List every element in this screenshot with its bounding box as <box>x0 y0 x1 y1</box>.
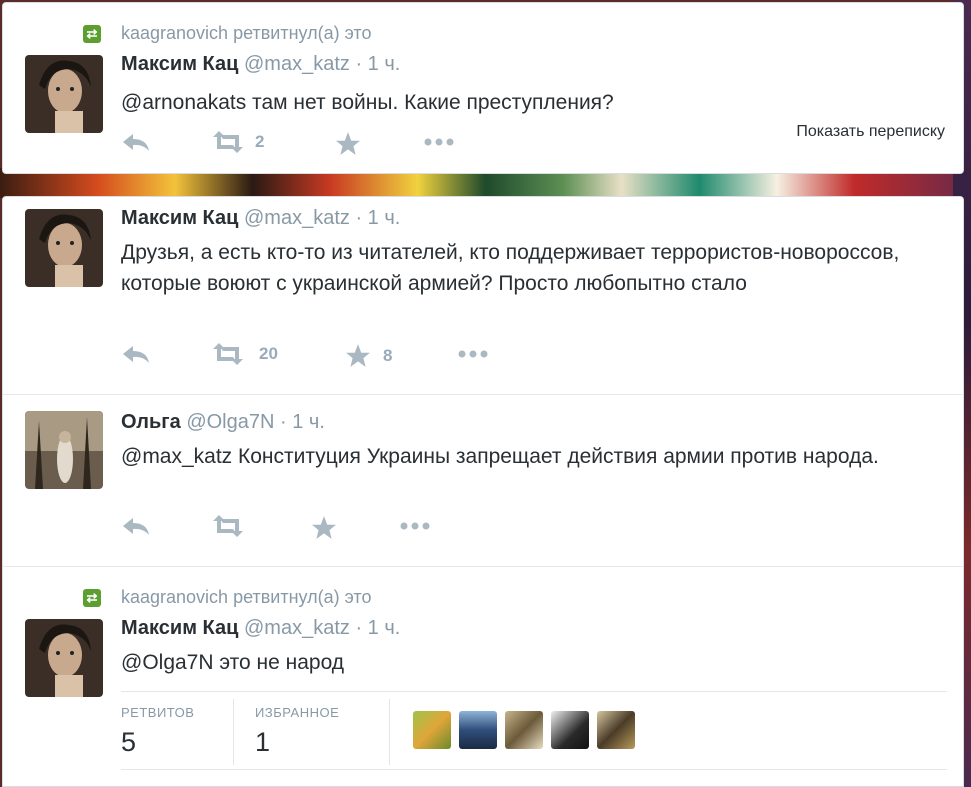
separator-dot: · <box>280 411 287 433</box>
more-icon <box>399 519 431 533</box>
favorites-stat-value[interactable]: 1 <box>255 727 270 758</box>
divider <box>121 691 947 692</box>
avatar[interactable] <box>25 619 103 697</box>
retweet-context-text[interactable]: kaagranovich ретвитнул(а) это <box>121 587 372 608</box>
reply-button[interactable] <box>121 515 151 537</box>
tweet-card[interactable]: Ольга @Olga7N · 1 ч. @max_katz Конституц… <box>2 394 964 566</box>
reply-button[interactable] <box>121 131 151 153</box>
reply-button[interactable] <box>121 343 151 365</box>
more-icon <box>423 135 455 149</box>
retweet-icon <box>211 343 245 365</box>
retweet-count: 20 <box>259 344 278 363</box>
avatar[interactable] <box>25 411 103 489</box>
author-name[interactable]: Ольга <box>121 411 181 433</box>
timestamp[interactable]: 1 ч. <box>368 617 401 639</box>
tweet-card[interactable]: Максим Кац @max_katz · 1 ч. Друзья, а ес… <box>2 196 964 394</box>
retweet-context-text[interactable]: kaagranovich ретвитнул(а) это <box>121 23 372 44</box>
star-icon <box>311 515 337 541</box>
more-icon <box>457 347 489 361</box>
stat-separator <box>389 699 390 765</box>
more-button[interactable] <box>457 347 489 361</box>
retweet-icon <box>211 515 245 537</box>
retweet-icon <box>211 131 245 153</box>
separator-dot: · <box>355 53 363 75</box>
tweet-header: Максим Кац @max_katz · 1 ч. <box>121 207 400 230</box>
retweets-stat-label[interactable]: РЕТВИТОВ <box>121 705 194 720</box>
separator-dot: · <box>355 617 363 639</box>
favoriter-avatar[interactable] <box>459 711 497 749</box>
retweet-count: 2 <box>255 132 265 151</box>
timestamp[interactable]: 1 ч. <box>292 411 325 433</box>
tweet-text: @arnonakats там нет войны. Какие преступ… <box>121 91 614 114</box>
avatar[interactable] <box>25 209 103 287</box>
tweet-header: Максим Кац @max_katz · 1 ч. <box>121 617 400 640</box>
divider <box>121 769 947 770</box>
retweet-button[interactable] <box>211 515 245 537</box>
retweet-badge-icon: ⇄ <box>83 588 101 607</box>
show-conversation-link[interactable]: Показать переписку <box>796 123 945 141</box>
favoriter-avatar[interactable] <box>597 711 635 749</box>
favorite-button[interactable] <box>311 515 337 541</box>
reply-icon <box>121 515 151 537</box>
reply-icon <box>121 131 151 153</box>
retweet-button[interactable]: 20 <box>211 343 278 365</box>
author-handle[interactable]: @max_katz <box>244 53 350 75</box>
favorite-button[interactable] <box>335 131 361 157</box>
retweets-stat-value[interactable]: 5 <box>121 727 136 758</box>
tweet-text: @Olga7N это не народ <box>121 651 345 674</box>
stat-separator <box>233 699 234 765</box>
favoriter-avatar[interactable] <box>551 711 589 749</box>
avatar[interactable] <box>25 55 103 133</box>
author-name[interactable]: Максим Кац <box>121 53 238 75</box>
author-name[interactable]: Максим Кац <box>121 617 238 639</box>
reply-icon <box>121 343 151 365</box>
tweet-card-expanded[interactable]: ⇄ kaagranovich ретвитнул(а) это Максим К… <box>2 566 964 787</box>
retweet-badge-icon: ⇄ <box>83 24 101 43</box>
separator-dot: · <box>355 207 363 229</box>
favorite-count: 8 <box>383 346 393 365</box>
tweet-header: Максим Кац @max_katz · 1 ч. <box>121 53 400 76</box>
favorites-stat-label[interactable]: ИЗБРАННОЕ <box>255 705 339 720</box>
retweet-context: ⇄ kaagranovich ретвитнул(а) это <box>83 23 372 44</box>
timestamp[interactable]: 1 ч. <box>368 207 401 229</box>
favorite-button[interactable]: 8 <box>345 343 392 369</box>
favoriter-avatar[interactable] <box>505 711 543 749</box>
author-handle[interactable]: @Olga7N <box>186 411 274 433</box>
retweet-context: ⇄ kaagranovich ретвитнул(а) это <box>83 587 372 608</box>
more-button[interactable] <box>423 135 455 149</box>
tweet-card[interactable]: ⇄ kaagranovich ретвитнул(а) это Максим К… <box>2 2 964 174</box>
author-handle[interactable]: @max_katz <box>244 617 350 639</box>
favoriters-avatars <box>413 711 635 749</box>
favoriter-avatar[interactable] <box>413 711 451 749</box>
tweet-text: @max_katz Конституция Украины запрещает … <box>121 445 879 468</box>
tweet-header: Ольга @Olga7N · 1 ч. <box>121 411 325 434</box>
star-icon <box>345 343 371 369</box>
timestamp[interactable]: 1 ч. <box>368 53 401 75</box>
retweet-button[interactable]: 2 <box>211 131 264 153</box>
author-name[interactable]: Максим Кац <box>121 207 238 229</box>
more-button[interactable] <box>399 519 431 533</box>
star-icon <box>335 131 361 157</box>
tweet-text: Друзья, а есть кто-то из читателей, кто … <box>121 241 900 295</box>
author-handle[interactable]: @max_katz <box>244 207 350 229</box>
